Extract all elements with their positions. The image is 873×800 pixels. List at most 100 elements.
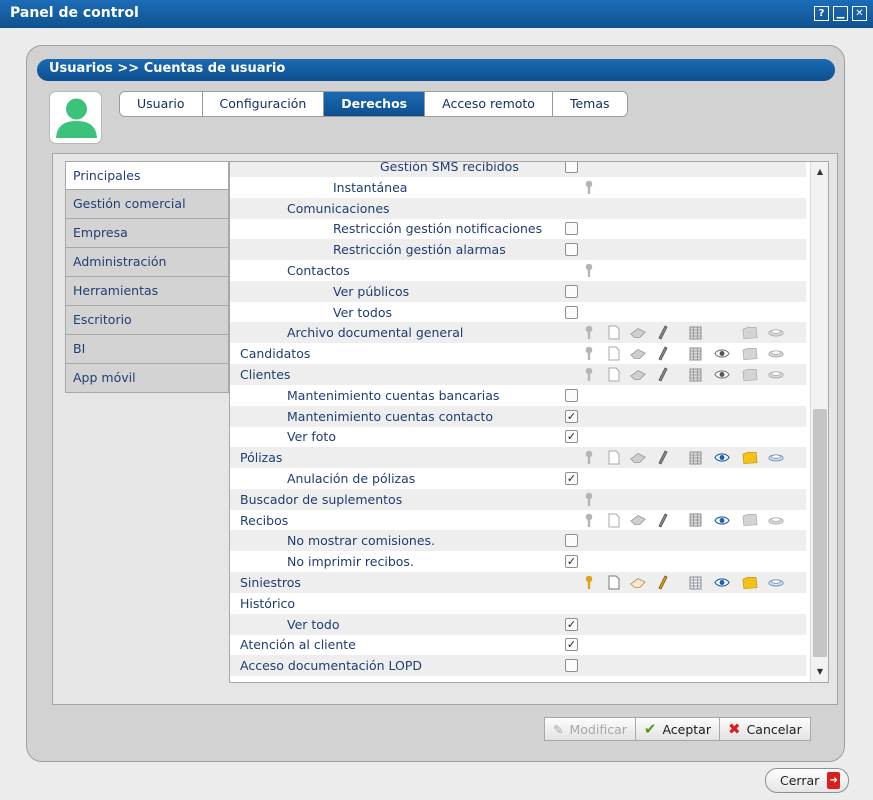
- permission-checkbox[interactable]: [565, 659, 578, 673]
- permission-row: Comunicaciones: [230, 197, 806, 219]
- breadcrumb: Usuarios >> Cuentas de usuario: [37, 59, 835, 81]
- grid-icon[interactable]: [687, 575, 703, 590]
- key-icon[interactable]: [581, 450, 597, 465]
- export-icon[interactable]: [768, 450, 784, 465]
- new-document-icon[interactable]: [606, 575, 622, 590]
- minimize-icon[interactable]: ▁: [833, 6, 848, 21]
- tab-acceso-remoto[interactable]: Acceso remoto: [425, 92, 553, 116]
- new-document-icon[interactable]: [606, 325, 622, 340]
- new-document-icon[interactable]: [606, 367, 622, 382]
- eraser-icon[interactable]: [630, 450, 646, 465]
- permission-label: Histórico: [240, 595, 296, 611]
- folder-icon[interactable]: [742, 450, 758, 465]
- key-icon[interactable]: [581, 492, 597, 507]
- eraser-icon[interactable]: [630, 513, 646, 528]
- permission-checkbox[interactable]: [565, 162, 578, 173]
- permission-row: Restricción gestión notificaciones: [230, 218, 806, 239]
- permission-checkbox[interactable]: [565, 617, 578, 631]
- nav-item[interactable]: Herramientas: [65, 277, 229, 306]
- permission-checkbox[interactable]: [565, 555, 578, 569]
- eye-icon[interactable]: [714, 450, 730, 465]
- accept-button-label: Aceptar: [662, 721, 711, 737]
- permission-checkbox[interactable]: [565, 305, 578, 319]
- eraser-icon[interactable]: [630, 325, 646, 340]
- eye-icon[interactable]: [714, 575, 730, 590]
- close-button[interactable]: Cerrar ➜: [765, 768, 849, 793]
- pencil-icon[interactable]: [655, 450, 671, 465]
- key-icon[interactable]: [581, 346, 597, 361]
- tab-derechos[interactable]: Derechos: [324, 92, 426, 116]
- tab-configuraci-n[interactable]: Configuración: [202, 92, 325, 116]
- key-icon[interactable]: [581, 513, 597, 528]
- nav-item[interactable]: Empresa: [65, 219, 229, 248]
- scrollbar[interactable]: ▲ ▼: [810, 162, 828, 682]
- help-icon[interactable]: ?: [814, 6, 829, 21]
- export-icon[interactable]: [768, 513, 784, 528]
- permission-checkbox[interactable]: [565, 388, 578, 402]
- scroll-up-arrow-icon[interactable]: ▲: [812, 165, 828, 179]
- cross-icon: ✖: [727, 720, 741, 738]
- key-icon[interactable]: [581, 325, 597, 340]
- tab-bar: Usuario Configuración Derechos Acceso remot…: [119, 91, 628, 117]
- grid-icon[interactable]: [687, 325, 703, 340]
- permission-row: Ver públicos: [230, 280, 806, 302]
- permissions-list[interactable]: Gestión SMS recibidos Instantánea Comunica…: [229, 161, 829, 683]
- eraser-icon[interactable]: [630, 575, 646, 590]
- close-icon[interactable]: ✕: [852, 6, 867, 21]
- eraser-icon[interactable]: [630, 346, 646, 361]
- folder-icon[interactable]: [742, 325, 758, 340]
- nav-item[interactable]: Administración: [65, 248, 229, 277]
- permission-checkbox[interactable]: [565, 284, 578, 298]
- cancel-button[interactable]: ✖ Cancelar: [719, 717, 811, 741]
- pencil-icon[interactable]: [655, 513, 671, 528]
- grid-icon[interactable]: [687, 513, 703, 528]
- eye-icon[interactable]: [714, 513, 730, 528]
- permission-checkbox[interactable]: [565, 243, 578, 257]
- grid-icon[interactable]: [687, 346, 703, 361]
- pencil-icon[interactable]: [655, 346, 671, 361]
- export-icon[interactable]: [768, 325, 784, 340]
- modify-button[interactable]: ✎ Modificar: [544, 717, 636, 741]
- exit-icon: ➜: [827, 772, 841, 789]
- scroll-thumb[interactable]: [813, 409, 827, 657]
- eye-icon[interactable]: [714, 367, 730, 382]
- key-icon[interactable]: [581, 263, 597, 278]
- nav-item[interactable]: App móvil: [65, 364, 229, 393]
- new-document-icon[interactable]: [606, 450, 622, 465]
- permission-label: Clientes: [240, 367, 291, 382]
- permission-row: Candidatos: [230, 343, 806, 364]
- pencil-icon[interactable]: [655, 367, 671, 382]
- permission-checkbox[interactable]: [565, 222, 578, 236]
- export-icon[interactable]: [768, 575, 784, 590]
- key-icon[interactable]: [581, 180, 597, 195]
- eye-icon[interactable]: [714, 346, 730, 361]
- permission-checkbox[interactable]: [565, 472, 578, 485]
- nav-item[interactable]: Gestión comercial: [65, 190, 229, 219]
- permission-checkbox[interactable]: [565, 430, 578, 444]
- nav-item[interactable]: Escritorio: [65, 306, 229, 335]
- folder-icon[interactable]: [742, 346, 758, 361]
- export-icon[interactable]: [768, 367, 784, 382]
- scroll-down-arrow-icon[interactable]: ▼: [812, 665, 828, 679]
- folder-icon[interactable]: [742, 367, 758, 382]
- tab-temas[interactable]: Temas: [552, 92, 627, 116]
- tab-usuario[interactable]: Usuario: [120, 92, 203, 116]
- accept-button[interactable]: ✔ Aceptar: [635, 717, 720, 741]
- pencil-icon[interactable]: [655, 325, 671, 340]
- permission-checkbox[interactable]: [565, 638, 578, 652]
- permission-checkbox[interactable]: [565, 409, 578, 423]
- eraser-icon[interactable]: [630, 367, 646, 382]
- grid-icon[interactable]: [687, 367, 703, 382]
- nav-item[interactable]: BI: [65, 335, 229, 364]
- nav-item[interactable]: Principales: [65, 161, 229, 190]
- folder-icon[interactable]: [742, 575, 758, 590]
- pencil-icon[interactable]: [655, 575, 671, 590]
- export-icon[interactable]: [768, 346, 784, 361]
- permission-checkbox[interactable]: [565, 534, 578, 548]
- grid-icon[interactable]: [687, 450, 703, 465]
- folder-icon[interactable]: [742, 513, 758, 528]
- new-document-icon[interactable]: [606, 346, 622, 361]
- key-icon[interactable]: [581, 367, 597, 382]
- new-document-icon[interactable]: [606, 513, 622, 528]
- key-icon[interactable]: [581, 575, 597, 590]
